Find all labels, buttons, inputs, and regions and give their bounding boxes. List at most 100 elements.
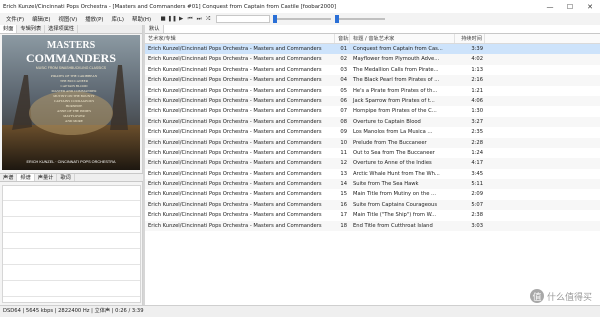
row-artist-album: Erich Kunzel/Cincinnati Pops Orchestra -… — [148, 170, 322, 177]
playlist-row[interactable]: Erich Kunzel/Cincinnati Pops Orchestra -… — [145, 95, 600, 107]
row-title: Hornpipe from Pirates of the C... — [353, 108, 437, 115]
tab-default-playlist[interactable]: 默认 — [145, 25, 165, 33]
playlist-row[interactable]: Erich Kunzel/Cincinnati Pops Orchestra -… — [145, 220, 600, 232]
row-artist-album: Erich Kunzel/Cincinnati Pops Orchestra -… — [148, 46, 322, 52]
menu-view[interactable]: 视图(V) — [55, 15, 82, 23]
pause-icon[interactable]: ❚❚ — [167, 15, 176, 23]
row-title: Mayflower from Plymouth Adve... — [353, 56, 440, 63]
gridline — [3, 280, 140, 281]
cover-track: MAYFLOWER — [63, 114, 85, 118]
row-track-no: 07 — [340, 108, 347, 115]
row-title: Overture to Captain Blood — [353, 118, 421, 125]
row-title: Out to Sea from The Buccaneer — [353, 149, 435, 156]
row-track-no: 04 — [340, 77, 347, 84]
playlist-row[interactable]: Erich Kunzel/Cincinnati Pops Orchestra -… — [145, 127, 600, 137]
playlist-row[interactable]: Erich Kunzel/Cincinnati Pops Orchestra -… — [145, 137, 600, 148]
row-artist-album: Erich Kunzel/Cincinnati Pops Orchestra -… — [148, 87, 322, 94]
stop-icon[interactable]: ■ — [159, 15, 167, 23]
left-panel: 封面 专辑列表 选择项属性 MASTERS COMMANDERS MUSIC F… — [0, 25, 143, 305]
row-artist-album: Erich Kunzel/Cincinnati Pops Orchestra -… — [148, 108, 322, 115]
play-icon[interactable]: ▶ — [177, 15, 185, 23]
row-track-no: 06 — [340, 97, 347, 104]
cover-title-line1: MASTERS — [47, 40, 96, 51]
row-artist-album: Erich Kunzel/Cincinnati Pops Orchestra -… — [148, 56, 322, 63]
row-artist-album: Erich Kunzel/Cincinnati Pops Orchestra -… — [148, 118, 322, 125]
close-button[interactable]: ✕ — [580, 0, 600, 13]
seek-track — [273, 18, 332, 20]
tab-album-list[interactable]: 专辑列表 — [17, 25, 46, 33]
row-title: Suite from The Sea Hawk — [353, 181, 419, 188]
playlist-row[interactable]: Erich Kunzel/Cincinnati Pops Orchestra -… — [145, 44, 600, 55]
previous-icon[interactable]: ⏮ — [186, 15, 194, 23]
row-track-no: 01 — [340, 46, 347, 52]
playlist-row[interactable]: Erich Kunzel/Cincinnati Pops Orchestra -… — [145, 75, 600, 86]
row-artist-album: Erich Kunzel/Cincinnati Pops Orchestra -… — [148, 97, 322, 104]
column-title[interactable]: 标题 / 音轨艺术家 — [350, 34, 455, 43]
menu-and-toolbar: 文件(F) 编辑(E) 视图(V) 播放(P) 库(L) 帮助(H) ■ ❚❚ … — [0, 13, 600, 25]
random-icon[interactable]: ⤮ — [204, 15, 212, 23]
row-track-no: 12 — [340, 160, 347, 167]
playlist-row[interactable]: Erich Kunzel/Cincinnati Pops Orchestra -… — [145, 148, 600, 158]
volume-handle[interactable] — [335, 15, 340, 23]
row-artist-album: Erich Kunzel/Cincinnati Pops Orchestra -… — [148, 222, 322, 229]
gridline — [3, 248, 140, 249]
cover-track: PIRATES OF THE CARIBBEAN — [51, 74, 98, 78]
tab-lyrics[interactable]: 歌词 — [57, 174, 75, 181]
maximize-button[interactable]: ☐ — [560, 0, 580, 13]
gridline — [3, 264, 140, 265]
next-icon[interactable]: ⏭ — [195, 15, 203, 23]
tab-spectrogram[interactable]: 声谱 — [0, 174, 18, 181]
playlist-row[interactable]: Erich Kunzel/Cincinnati Pops Orchestra -… — [145, 116, 600, 128]
cover-track: ANNE OF THE INDIES — [57, 109, 91, 113]
playlist-row[interactable]: Erich Kunzel/Cincinnati Pops Orchestra -… — [145, 179, 600, 190]
row-artist-album: Erich Kunzel/Cincinnati Pops Orchestra -… — [148, 139, 322, 146]
playlist-row[interactable]: Erich Kunzel/Cincinnati Pops Orchestra -… — [145, 169, 600, 179]
cover-track: THE BUCCANEER — [60, 79, 89, 83]
seek-bar[interactable] — [273, 15, 332, 23]
menu-library[interactable]: 库(L) — [107, 15, 128, 23]
volume-track — [335, 18, 386, 20]
menu-bar: 文件(F) 编辑(E) 视图(V) 播放(P) 库(L) 帮助(H) — [0, 15, 155, 23]
playlist-row[interactable]: Erich Kunzel/Cincinnati Pops Orchestra -… — [145, 86, 600, 96]
row-duration: 1:13 — [471, 66, 483, 73]
tab-properties[interactable]: 选择项属性 — [45, 25, 79, 33]
playlist-row[interactable]: Erich Kunzel/Cincinnati Pops Orchestra -… — [145, 106, 600, 116]
playlist-row[interactable]: Erich Kunzel/Cincinnati Pops Orchestra -… — [145, 54, 600, 65]
playlist-row[interactable]: Erich Kunzel/Cincinnati Pops Orchestra -… — [145, 189, 600, 199]
row-track-no: 16 — [340, 201, 347, 208]
playback-order-select[interactable] — [216, 15, 271, 23]
visualization-tabs: 声谱 频谱 声量计 歌词 — [0, 173, 143, 182]
row-duration: 3:03 — [471, 222, 483, 229]
row-artist-album: Erich Kunzel/Cincinnati Pops Orchestra -… — [148, 201, 322, 208]
row-duration: 3:27 — [471, 118, 483, 125]
cover-track: MUTINY ON THE BOUNTY — [53, 94, 95, 98]
menu-help[interactable]: 帮助(H) — [128, 15, 155, 23]
column-track-no[interactable]: 音轨号 — [335, 34, 350, 43]
playlist-row[interactable]: Erich Kunzel/Cincinnati Pops Orchestra -… — [145, 65, 600, 75]
row-duration: 1:24 — [471, 149, 483, 156]
row-track-no: 18 — [340, 222, 347, 229]
gridline — [3, 200, 140, 201]
row-duration: 4:17 — [471, 160, 483, 167]
row-track-no: 03 — [340, 66, 347, 73]
playlist-row[interactable]: Erich Kunzel/Cincinnati Pops Orchestra -… — [145, 158, 600, 169]
tab-level-meter[interactable]: 声量计 — [35, 174, 58, 181]
menu-playback[interactable]: 播放(P) — [81, 15, 107, 23]
tab-cover[interactable]: 封面 — [0, 25, 18, 33]
minimize-button[interactable]: — — [540, 0, 560, 13]
gridline — [3, 232, 140, 233]
volume-slider[interactable] — [335, 15, 386, 23]
cover-title-line2: COMMANDERS — [26, 51, 116, 65]
column-artist-album[interactable]: 艺术家/专辑 — [145, 34, 335, 43]
playlist-row[interactable]: Erich Kunzel/Cincinnati Pops Orchestra -… — [145, 199, 600, 211]
cover-track: CAPTAINS COURAGEOUS — [54, 99, 94, 103]
seek-handle[interactable] — [273, 15, 278, 23]
menu-edit[interactable]: 编辑(E) — [28, 15, 54, 23]
menu-file[interactable]: 文件(F) — [2, 15, 28, 23]
tab-spectrum[interactable]: 频谱 — [17, 174, 35, 181]
column-duration[interactable]: 持续时间 — [455, 34, 485, 43]
row-track-no: 13 — [340, 170, 347, 177]
playlist-row[interactable]: Erich Kunzel/Cincinnati Pops Orchestra -… — [145, 210, 600, 220]
row-track-no: 02 — [340, 56, 347, 63]
row-title: The Black Pearl from Pirates of ... — [353, 77, 440, 84]
